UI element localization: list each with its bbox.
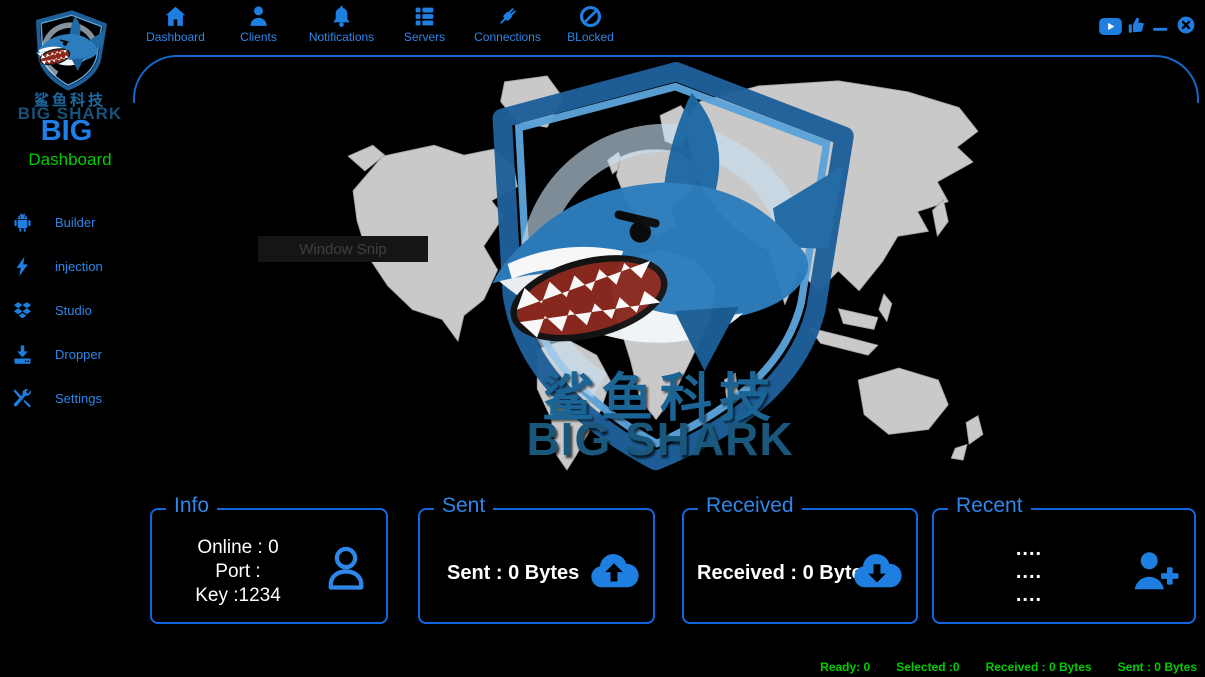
sidebar-item-dropper[interactable]: Dropper — [0, 332, 140, 376]
status-bar: Ready: 0 Selected :0 Received : 0 Bytes … — [820, 660, 1197, 674]
sent-card: Sent Sent : 0 Bytes — [418, 508, 655, 624]
recent-card: Recent .... .... .... — [932, 508, 1196, 624]
sidebar-item-label: Builder — [55, 215, 95, 230]
user-plus-icon — [1130, 548, 1180, 592]
android-icon — [11, 211, 34, 234]
window-snip-tooltip: Window Snip — [258, 236, 428, 262]
bell-icon — [329, 4, 354, 29]
servers-icon — [412, 4, 437, 29]
port-value: Port : — [162, 560, 314, 584]
user-outline-icon — [320, 542, 372, 594]
status-selected: Selected :0 — [896, 660, 959, 674]
status-received: Received : 0 Bytes — [986, 660, 1092, 674]
info-card-lines: Online : 0 Port : Key :1234 — [162, 536, 314, 608]
map-watermark-latin: BIG SHARK — [435, 412, 885, 466]
status-sent: Sent : 0 Bytes — [1118, 660, 1197, 674]
nav-label: Notifications — [309, 30, 374, 44]
received-value: Received : 0 Bytes — [697, 562, 874, 585]
sidebar-item-injection[interactable]: injection — [0, 244, 140, 288]
home-icon — [163, 4, 188, 29]
nav-item-blocked[interactable]: BLocked — [549, 4, 632, 44]
online-count: Online : 0 — [162, 536, 314, 560]
minimize-button[interactable] — [1151, 16, 1171, 35]
recent-line: .... — [964, 561, 1094, 584]
info-card-legend: Info — [166, 494, 217, 518]
sidebar-menu: Builder injection Studio Dropper Setting… — [0, 200, 140, 420]
received-card-legend: Received — [698, 494, 802, 518]
sidebar-item-studio[interactable]: Studio — [0, 288, 140, 332]
sidebar-item-label: Dropper — [55, 347, 102, 362]
nav-label: Clients — [240, 30, 277, 44]
current-page-label: Dashboard — [0, 150, 140, 170]
received-card: Received Received : 0 Bytes — [682, 508, 918, 624]
nav-label: Connections — [474, 30, 541, 44]
download-icon — [11, 343, 34, 366]
plug-icon — [495, 4, 520, 29]
status-ready: Ready: 0 — [820, 660, 870, 674]
sidebar: 鲨鱼科技 BIG SHARK BIG Dashboard Builder inj… — [0, 0, 140, 677]
nav-item-connections[interactable]: Connections — [466, 4, 549, 44]
close-button[interactable] — [1176, 15, 1196, 35]
nav-item-servers[interactable]: Servers — [383, 4, 466, 44]
nav-item-clients[interactable]: Clients — [217, 4, 300, 44]
recent-line: .... — [964, 538, 1094, 561]
brand-short: BIG — [0, 115, 133, 148]
clients-icon — [246, 4, 271, 29]
sent-card-legend: Sent — [434, 494, 493, 518]
sidebar-item-label: Settings — [55, 391, 102, 406]
like-icon[interactable] — [1127, 16, 1146, 35]
top-nav: Dashboard Clients Notifications Servers … — [134, 4, 632, 44]
sidebar-item-label: Studio — [55, 303, 92, 318]
lightning-icon — [11, 255, 34, 278]
key-value: Key :1234 — [162, 584, 314, 608]
sidebar-item-settings[interactable]: Settings — [0, 376, 140, 420]
sent-value: Sent : 0 Bytes — [447, 562, 579, 585]
brand-logo-icon — [26, 8, 114, 92]
nav-item-dashboard[interactable]: Dashboard — [134, 4, 217, 44]
youtube-icon[interactable] — [1099, 18, 1122, 35]
window-controls — [1099, 15, 1196, 35]
tools-icon — [11, 387, 34, 410]
info-card: Info Online : 0 Port : Key :1234 — [150, 508, 388, 624]
recent-card-legend: Recent — [948, 494, 1031, 518]
cloud-upload-icon — [589, 548, 639, 592]
studio-icon — [11, 299, 34, 322]
blocked-icon — [578, 4, 603, 29]
recent-card-lines: .... .... .... — [964, 538, 1094, 607]
sidebar-item-builder[interactable]: Builder — [0, 200, 140, 244]
nav-label: Dashboard — [146, 30, 205, 44]
recent-line: .... — [964, 584, 1094, 607]
nav-label: BLocked — [567, 30, 614, 44]
sidebar-item-label: injection — [55, 259, 103, 274]
app-window: Dashboard Clients Notifications Servers … — [0, 0, 1205, 677]
cloud-download-icon — [852, 548, 902, 592]
nav-label: Servers — [404, 30, 445, 44]
nav-item-notifications[interactable]: Notifications — [300, 4, 383, 44]
